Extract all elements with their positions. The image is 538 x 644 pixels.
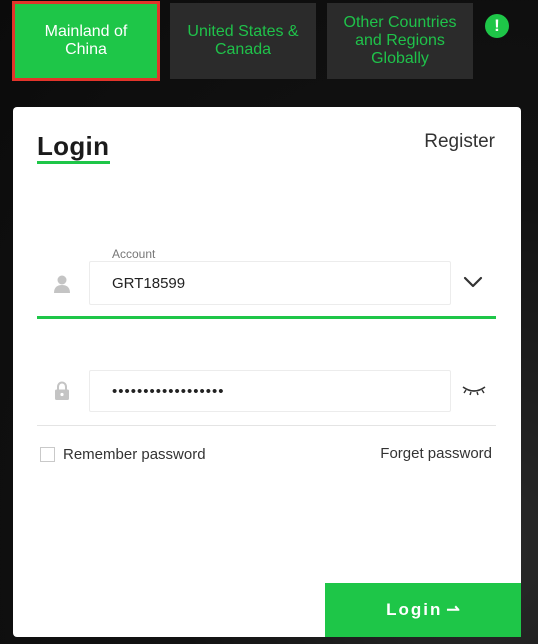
login-button[interactable]: Login ⇀ — [325, 583, 521, 637]
eye-closed-icon[interactable] — [461, 383, 487, 397]
lock-icon — [55, 381, 69, 400]
account-label: Account — [112, 247, 156, 261]
tab-other-regions[interactable]: Other Countries and Regions Globally — [327, 3, 473, 79]
login-title: Login — [37, 131, 110, 161]
remember-password-label[interactable]: Remember password — [63, 446, 206, 463]
tab-us-canada-label: United States & Canada — [187, 23, 299, 58]
remember-password-checkbox[interactable] — [40, 447, 55, 462]
tab-us-canada[interactable]: United States & Canada — [170, 3, 316, 79]
forget-password-link[interactable]: Forget password — [380, 445, 492, 462]
exclamation-icon[interactable]: ! — [485, 14, 509, 38]
tab-mainland-china[interactable]: Mainland of China — [12, 1, 160, 81]
account-field-underline — [37, 316, 496, 319]
tab-mainland-china-label: Mainland of China — [44, 23, 128, 58]
tab-other-regions-label: Other Countries and Regions Globally — [343, 14, 457, 67]
arrow-right-icon: ⇀ — [446, 602, 460, 619]
password-input[interactable] — [89, 370, 451, 412]
account-input[interactable] — [89, 261, 451, 305]
chevron-down-icon[interactable] — [463, 275, 483, 289]
user-icon — [54, 275, 70, 293]
login-button-label: Login — [386, 600, 443, 619]
login-title-underline — [37, 161, 110, 164]
password-field-underline — [37, 425, 496, 426]
register-link[interactable]: Register — [424, 131, 495, 153]
login-card: Login Register Account Remember password… — [13, 107, 521, 637]
